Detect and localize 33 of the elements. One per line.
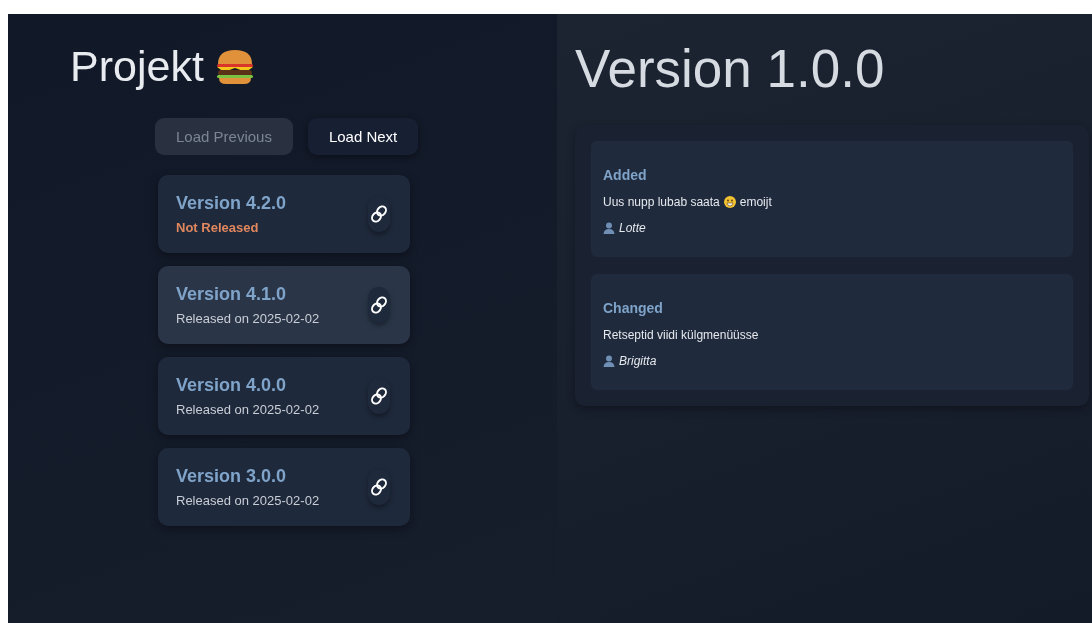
change-text: emoijt <box>739 195 772 209</box>
link-button[interactable] <box>368 469 390 505</box>
person-icon <box>603 355 615 367</box>
release-status: Released on 2025-02-02 <box>176 402 321 417</box>
release-status: Not Released <box>176 220 260 235</box>
author-name: Lotte <box>619 221 646 235</box>
version-name: Version 4.1.0 <box>176 284 288 305</box>
version-card[interactable]: Version 4.2.0 Not Released <box>158 175 410 253</box>
author-name: Brigitta <box>619 354 657 368</box>
version-title: Version 1.0.0 <box>575 38 886 99</box>
link-button[interactable] <box>368 378 390 414</box>
link-button[interactable] <box>368 287 390 323</box>
release-status: Released on 2025-02-02 <box>176 311 321 326</box>
version-name: Version 4.2.0 <box>176 193 288 214</box>
link-button[interactable] <box>368 196 390 232</box>
person-icon <box>603 222 615 234</box>
link-icon <box>369 386 389 406</box>
project-title: Projekt <box>70 42 204 91</box>
change-text: Retseptid viidi külgmenüüsse <box>603 328 759 342</box>
release-status: Released on 2025-02-02 <box>176 493 321 508</box>
change-text: Uus nupp lubab saata <box>603 195 720 209</box>
link-icon <box>369 477 389 497</box>
grinning-face-icon <box>723 196 736 208</box>
link-icon <box>369 204 389 224</box>
change-heading: Changed <box>603 300 664 316</box>
version-name: Version 3.0.0 <box>176 466 288 487</box>
version-card[interactable]: Version 4.0.0 Released on 2025-02-02 <box>158 357 410 435</box>
change-heading: Added <box>603 167 648 183</box>
version-card[interactable]: Version 3.0.0 Released on 2025-02-02 <box>158 448 410 526</box>
link-icon <box>369 295 389 315</box>
version-name: Version 4.0.0 <box>176 375 288 396</box>
load-next-button[interactable]: Load Next <box>307 118 419 155</box>
version-card[interactable]: Version 4.1.0 Released on 2025-02-02 <box>158 266 410 344</box>
